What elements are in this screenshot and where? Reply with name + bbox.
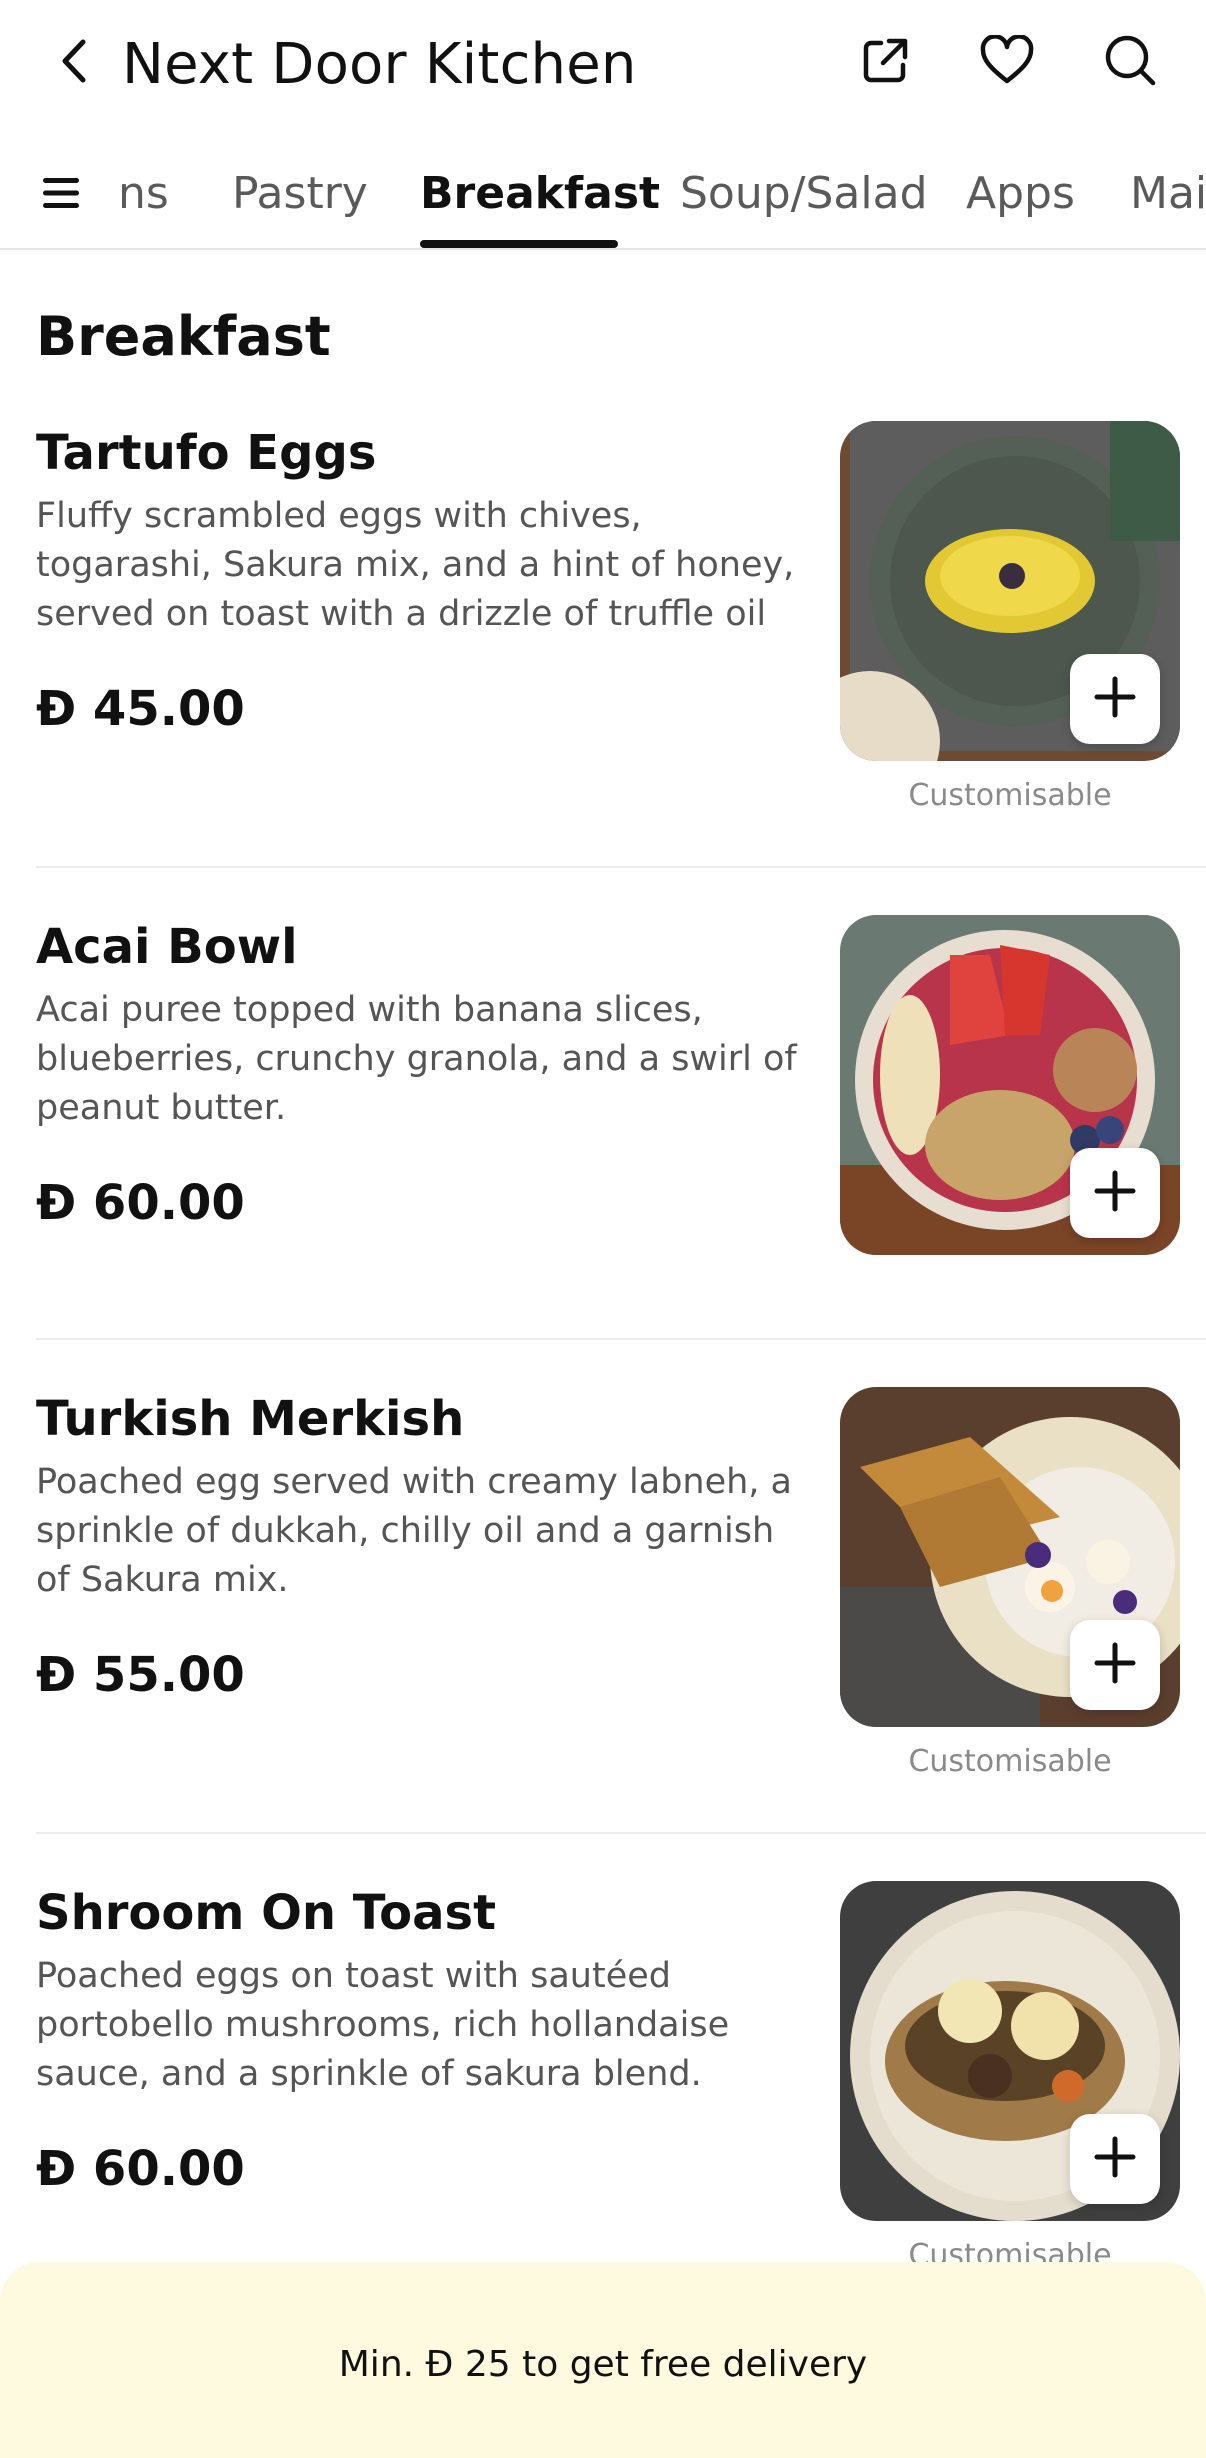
page-title: Next Door Kitchen	[122, 32, 637, 97]
customisable-label: Customisable	[908, 1744, 1112, 1779]
hamburger-menu-icon	[41, 175, 81, 215]
plus-icon	[1093, 1169, 1137, 1217]
add-to-cart-button[interactable]	[1070, 1148, 1160, 1238]
restaurant-menu-screen: Next Door Kitchen ns Pastry Breakfast So…	[0, 0, 1206, 2458]
tab-apps[interactable]: Apps	[966, 164, 1075, 224]
search-icon	[1103, 33, 1159, 93]
share-button[interactable]	[850, 28, 920, 98]
add-to-cart-button[interactable]	[1070, 654, 1160, 744]
item-price: Ð 55.00	[36, 1647, 245, 1703]
divider	[36, 866, 1206, 868]
free-delivery-banner: Min. Ð 25 to get free delivery	[0, 2262, 1206, 2458]
item-name: Acai Bowl	[36, 919, 298, 975]
item-price: Ð 60.00	[36, 1175, 245, 1231]
plus-icon	[1093, 1641, 1137, 1689]
item-description: Fluffy scrambled eggs with chives, togar…	[36, 496, 795, 634]
item-price: Ð 45.00	[36, 681, 245, 737]
back-button[interactable]	[40, 28, 110, 98]
back-arrow-icon	[55, 36, 95, 90]
tab-mains[interactable]: Mai	[1130, 164, 1206, 224]
tab-soup-salad[interactable]: Soup/Salad	[680, 164, 928, 224]
search-button[interactable]	[1096, 28, 1166, 98]
tab-breakfast[interactable]: Breakfast	[420, 164, 660, 224]
heart-icon	[979, 34, 1035, 91]
section-title: Breakfast	[36, 305, 331, 368]
item-description: Poached egg served with creamy labneh, a…	[36, 1462, 793, 1600]
share-icon	[859, 35, 911, 91]
tab-items[interactable]: ns	[118, 164, 169, 224]
item-description: Poached eggs on toast with sautéed porto…	[36, 1956, 730, 2094]
item-price: Ð 60.00	[36, 2141, 245, 2197]
free-delivery-text: Min. Ð 25 to get free delivery	[338, 2344, 868, 2385]
favorite-button[interactable]	[972, 28, 1042, 98]
item-description: Acai puree topped with banana slices, bl…	[36, 990, 797, 1128]
tab-pastry[interactable]: Pastry	[232, 164, 368, 224]
active-tab-indicator	[420, 240, 618, 248]
customisable-label: Customisable	[908, 778, 1112, 813]
add-to-cart-button[interactable]	[1070, 1620, 1160, 1710]
item-name: Shroom On Toast	[36, 1885, 497, 1941]
plus-icon	[1093, 675, 1137, 723]
top-bar: Next Door Kitchen	[0, 0, 1206, 130]
category-menu-button[interactable]	[36, 170, 86, 220]
item-name: Turkish Merkish	[36, 1391, 465, 1447]
divider	[36, 1338, 1206, 1340]
item-name: Tartufo Eggs	[36, 425, 377, 481]
category-tabs: ns Pastry Breakfast Soup/Salad Apps Mai	[0, 140, 1206, 250]
divider	[36, 1832, 1206, 1834]
add-to-cart-button[interactable]	[1070, 2114, 1160, 2204]
plus-icon	[1093, 2135, 1137, 2183]
